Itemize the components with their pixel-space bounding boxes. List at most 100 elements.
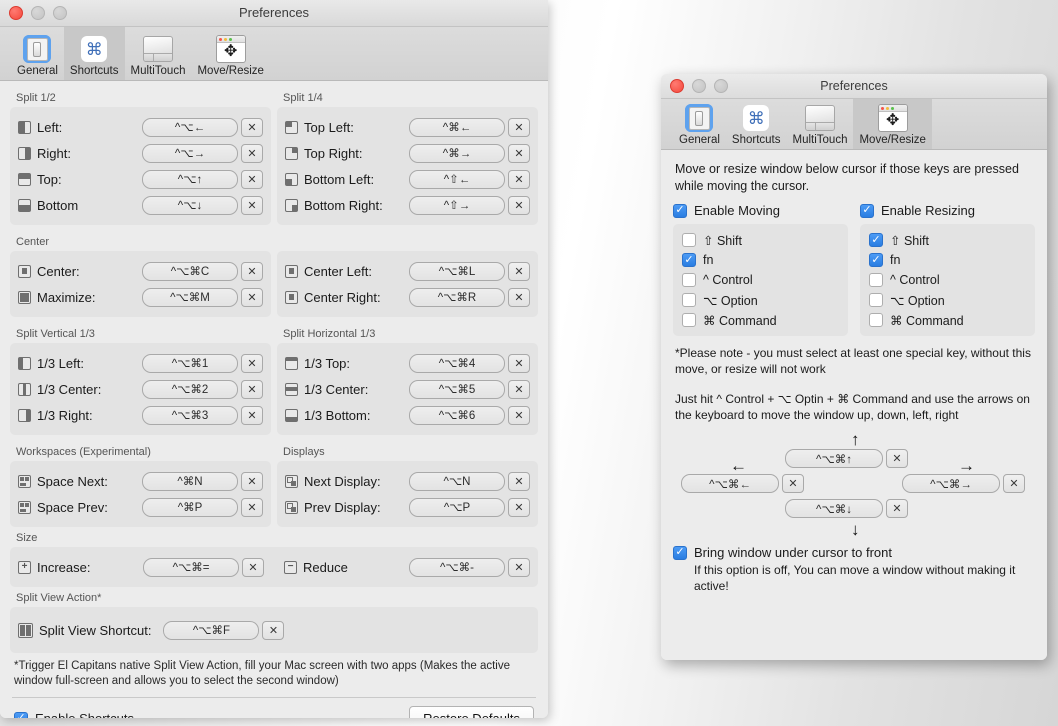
modifier-label: fn <box>703 253 714 267</box>
shortcut-field[interactable]: ^⌥⌘F <box>163 620 260 640</box>
clear-shortcut-button[interactable]: ✕ <box>508 557 530 577</box>
clear-shortcut-button[interactable]: ✕ <box>508 143 530 163</box>
clear-shortcut-button-down[interactable]: ✕ <box>886 499 908 518</box>
modifier-row[interactable]: ⌥ Option <box>682 290 839 310</box>
shortcut-field[interactable]: ^⇧← <box>409 169 505 189</box>
shortcut-field[interactable]: ^⌘← <box>409 117 505 137</box>
clear-shortcut-button[interactable]: ✕ <box>508 353 530 373</box>
enable-shortcuts-checkbox[interactable] <box>14 711 28 718</box>
clear-shortcut-button[interactable]: ✕ <box>241 353 263 373</box>
tab-general[interactable]: General <box>673 99 726 149</box>
clear-shortcut-button-left[interactable]: ✕ <box>782 474 804 493</box>
tab-move-resize[interactable]: ✥ Move/Resize <box>853 99 932 149</box>
shortcut-field[interactable]: ^⌘P <box>142 497 238 517</box>
clear-shortcut-button[interactable]: ✕ <box>241 261 263 281</box>
shortcut-field[interactable]: ^⌥⌘R <box>409 287 505 307</box>
tab-general[interactable]: General <box>11 27 64 80</box>
shortcut-field[interactable]: ^⌥⌘1 <box>142 353 238 373</box>
shortcut-field[interactable]: ^⌥↓ <box>142 195 238 215</box>
modifier-row[interactable]: ⌥ Option <box>869 290 1026 310</box>
shortcut-field[interactable]: ^⇧→ <box>409 195 505 215</box>
clear-shortcut-button[interactable]: ✕ <box>508 471 530 491</box>
restore-defaults-button[interactable]: Restore Defaults <box>409 706 534 718</box>
shortcut-field[interactable]: ^⌥P <box>409 497 505 517</box>
shortcut-field[interactable]: ^⌥⌘- <box>409 557 505 577</box>
moving-control-checkbox[interactable] <box>682 273 696 287</box>
row-split-left: Left: ^⌥← ✕ <box>18 114 263 140</box>
clear-shortcut-button[interactable]: ✕ <box>508 169 530 189</box>
bring-front-checkbox[interactable] <box>673 545 687 560</box>
clear-shortcut-button[interactable]: ✕ <box>241 287 263 307</box>
shortcut-field-left[interactable]: ^⌥⌘← <box>681 474 779 493</box>
tab-shortcuts[interactable]: ⌘ Shortcuts <box>726 99 787 149</box>
shortcut-field[interactable]: ^⌥⌘L <box>409 261 505 281</box>
resizing-option-checkbox[interactable] <box>869 293 883 307</box>
space-next-icon <box>18 474 31 488</box>
enable-resizing-checkbox[interactable] <box>860 203 874 218</box>
clear-shortcut-button[interactable]: ✕ <box>508 497 530 517</box>
tab-move-resize[interactable]: ✥ Move/Resize <box>191 27 269 80</box>
shortcut-field[interactable]: ^⌥→ <box>142 143 238 163</box>
clear-shortcut-button-right[interactable]: ✕ <box>1003 474 1025 493</box>
clear-shortcut-button[interactable]: ✕ <box>241 143 263 163</box>
clear-shortcut-button[interactable]: ✕ <box>508 195 530 215</box>
shortcut-field[interactable]: ^⌥⌘= <box>143 557 239 577</box>
shortcut-field[interactable]: ^⌥⌘5 <box>409 379 505 399</box>
shortcut-field[interactable]: ^⌥⌘C <box>142 261 238 281</box>
resizing-shift-checkbox[interactable] <box>869 233 883 247</box>
clear-shortcut-button[interactable]: ✕ <box>241 195 263 215</box>
clear-shortcut-button[interactable]: ✕ <box>242 557 264 577</box>
arrow-down-row: ^⌥⌘↓ ✕ <box>785 499 908 518</box>
enable-resizing-row[interactable]: Enable Resizing <box>860 203 1035 218</box>
clear-shortcut-button[interactable]: ✕ <box>508 261 530 281</box>
clear-shortcut-button[interactable]: ✕ <box>241 169 263 189</box>
modifier-row[interactable]: ⇧ Shift <box>869 230 1026 250</box>
clear-shortcut-button-up[interactable]: ✕ <box>886 449 908 468</box>
shortcut-field-right[interactable]: ^⌥⌘→ <box>902 474 1000 493</box>
bring-front-row[interactable]: Bring window under cursor to front <box>673 545 1035 560</box>
tab-multitouch[interactable]: MultiTouch <box>787 99 854 149</box>
enable-moving-checkbox[interactable] <box>673 203 687 218</box>
resizing-fn-checkbox[interactable] <box>869 253 883 267</box>
shortcut-field[interactable]: ^⌥⌘6 <box>409 405 505 425</box>
resizing-command-checkbox[interactable] <box>869 313 883 327</box>
clear-shortcut-button[interactable]: ✕ <box>241 471 263 491</box>
clear-shortcut-button[interactable]: ✕ <box>508 405 530 425</box>
shortcut-field-down[interactable]: ^⌥⌘↓ <box>785 499 883 518</box>
clear-shortcut-button[interactable]: ✕ <box>508 287 530 307</box>
shortcut-field[interactable]: ^⌘→ <box>409 143 505 163</box>
clear-shortcut-button[interactable]: ✕ <box>508 379 530 399</box>
moving-shift-checkbox[interactable] <box>682 233 696 247</box>
modifier-row[interactable]: fn <box>869 250 1026 270</box>
tab-multitouch[interactable]: MultiTouch <box>125 27 192 80</box>
shortcut-field[interactable]: ^⌥⌘4 <box>409 353 505 373</box>
resizing-control-checkbox[interactable] <box>869 273 883 287</box>
modifier-row[interactable]: ^ Control <box>682 270 839 290</box>
modifier-row[interactable]: ⇧ Shift <box>682 230 839 250</box>
shortcut-field[interactable]: ^⌥⌘3 <box>142 405 238 425</box>
clear-shortcut-button[interactable]: ✕ <box>241 405 263 425</box>
modifier-row[interactable]: ^ Control <box>869 270 1026 290</box>
modifier-row[interactable]: fn <box>682 250 839 270</box>
modifier-row[interactable]: ⌘ Command <box>682 310 839 330</box>
clear-shortcut-button[interactable]: ✕ <box>241 497 263 517</box>
shortcut-field[interactable]: ^⌥⌘2 <box>142 379 238 399</box>
shortcut-field[interactable]: ^⌥↑ <box>142 169 238 189</box>
enable-moving-row[interactable]: Enable Moving <box>673 203 848 218</box>
shortcut-field[interactable]: ^⌥N <box>409 471 505 491</box>
clear-shortcut-button[interactable]: ✕ <box>508 117 530 137</box>
shortcut-field[interactable]: ^⌘N <box>142 471 238 491</box>
tab-shortcuts[interactable]: ⌘ Shortcuts <box>63 27 125 80</box>
shortcut-field[interactable]: ^⌥⌘M <box>142 287 238 307</box>
clear-shortcut-button[interactable]: ✕ <box>241 117 263 137</box>
moving-fn-checkbox[interactable] <box>682 253 696 267</box>
shortcut-field[interactable]: ^⌥← <box>142 117 238 137</box>
arrow-usage-hint: Just hit ^ Control + ⌥ Optin + ⌘ Command… <box>675 392 1030 422</box>
moving-option-checkbox[interactable] <box>682 293 696 307</box>
moving-command-checkbox[interactable] <box>682 313 696 327</box>
shortcut-field-up[interactable]: ^⌥⌘↑ <box>785 449 883 468</box>
enable-shortcuts-row[interactable]: Enable Shortcuts <box>14 711 134 718</box>
modifier-row[interactable]: ⌘ Command <box>869 310 1026 330</box>
clear-shortcut-button[interactable]: ✕ <box>262 620 285 640</box>
clear-shortcut-button[interactable]: ✕ <box>241 379 263 399</box>
